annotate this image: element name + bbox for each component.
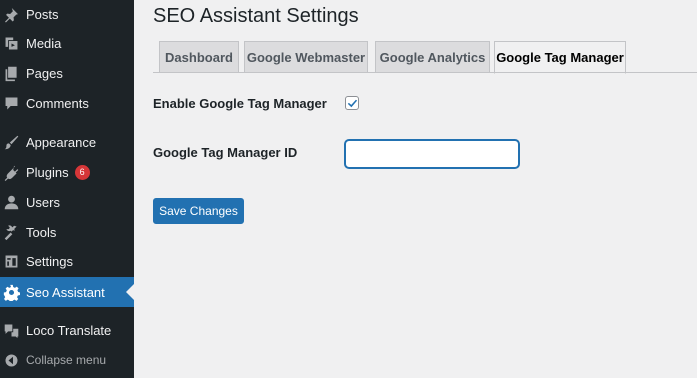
plugin-icon [1,162,21,182]
user-icon [1,192,21,212]
sidebar-item-label: Seo Assistant [26,284,105,300]
sidebar-item-pages[interactable]: Pages [0,58,134,88]
paintbrush-icon [1,132,21,152]
sidebar-item-seo-assistant[interactable]: Seo Assistant [0,277,134,307]
sidebar-item-posts[interactable]: Posts [0,0,134,29]
sidebar-item-label: Loco Translate [26,322,112,338]
wrench-icon [1,222,21,242]
pages-icon [1,63,21,83]
save-changes-button[interactable]: Save Changes [153,198,244,224]
page-title: SEO Assistant Settings [153,5,359,27]
collapse-arrow-icon [1,350,21,370]
sidebar-item-label: Media [26,35,62,51]
sidebar-item-comments[interactable]: Comments [0,88,134,118]
sidebar-item-label: Comments [26,95,89,111]
pushpin-icon [1,4,21,24]
gtm-id-input[interactable] [345,140,519,168]
sidebar-item-tools[interactable]: Tools [0,217,134,247]
tab-google-webmaster[interactable]: Google Webmaster [244,41,368,73]
sidebar-item-appearance[interactable]: Appearance [0,127,134,157]
enable-gtm-label: Enable Google Tag Manager [153,96,327,111]
admin-sidebar: Posts Media Pages Comments Appearance Pl… [0,0,134,378]
sidebar-item-settings[interactable]: Settings [0,246,134,276]
gtm-id-label: Google Tag Manager ID [153,145,298,160]
tab-google-analytics[interactable]: Google Analytics [375,41,490,73]
tab-dashboard[interactable]: Dashboard [159,41,239,73]
sidebar-item-label: Posts [26,6,59,22]
sidebar-item-plugins[interactable]: Plugins 6 [0,157,134,187]
tab-divider [153,72,697,73]
checkmark-icon [347,99,358,108]
tab-google-tag-manager[interactable]: Google Tag Manager [494,41,626,74]
translate-icon [1,320,21,340]
sidebar-item-media[interactable]: Media [0,28,134,58]
gear-icon [1,282,21,302]
collapse-menu-button[interactable]: Collapse menu [0,345,134,375]
sidebar-item-label: Appearance [26,134,97,150]
collapse-menu-label: Collapse menu [26,353,107,367]
sidebar-item-loco-translate[interactable]: Loco Translate [0,315,134,345]
comment-icon [1,93,21,113]
settings-icon [1,251,21,271]
update-count-badge: 6 [74,164,90,180]
sidebar-item-label: Plugins [26,164,69,180]
sidebar-item-label: Users [26,194,60,210]
sidebar-item-label: Pages [26,65,63,81]
sidebar-item-label: Tools [26,224,57,240]
media-icon [1,33,21,53]
sidebar-item-users[interactable]: Users [0,187,134,217]
enable-gtm-checkbox[interactable] [345,96,359,110]
sidebar-item-label: Settings [26,253,73,269]
